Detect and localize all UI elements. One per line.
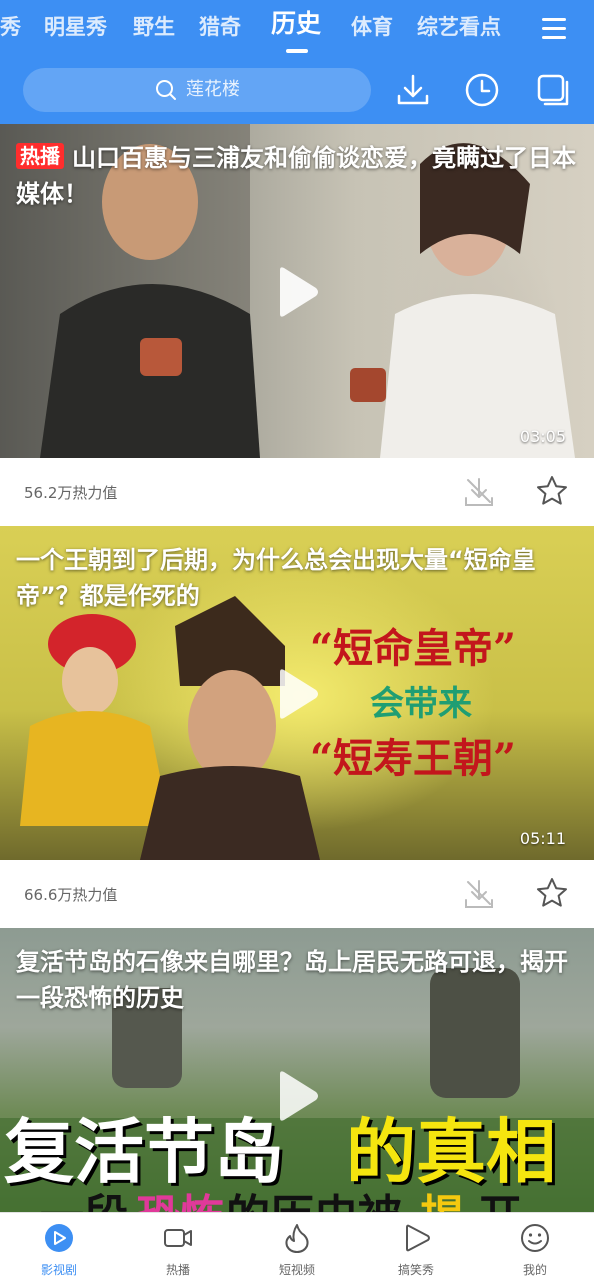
- video-meta-bar: 66.6万热力值: [0, 860, 594, 928]
- nav-item-wode[interactable]: 我的: [476, 1213, 594, 1281]
- download-icon[interactable]: [462, 878, 496, 912]
- video-duration: 05:11: [519, 829, 566, 848]
- nav-item-yingshiju[interactable]: 影视剧: [0, 1213, 118, 1281]
- play-icon[interactable]: [276, 266, 320, 318]
- tab-mingxingxiu[interactable]: 明星秀: [44, 12, 107, 42]
- flame-icon: [285, 1224, 309, 1253]
- thumb-text-5: 的历史被: [226, 1180, 402, 1212]
- heat-value: 66.6万热力值: [24, 886, 118, 904]
- smiley-icon: [521, 1224, 549, 1252]
- nav-item-gaoxiaoxiu[interactable]: 搞笑秀: [357, 1213, 475, 1281]
- search-input[interactable]: 莲花楼: [23, 68, 371, 112]
- video-camera-icon: [164, 1229, 192, 1247]
- thumb-text-3: 一段: [40, 1180, 128, 1212]
- nav-label: 影视剧: [40, 1263, 77, 1277]
- active-tab-indicator: [286, 49, 308, 53]
- thumb-text-7: 开: [478, 1180, 522, 1212]
- video-meta-bar: 56.2万热力值: [0, 458, 594, 526]
- play-icon[interactable]: [276, 1070, 320, 1122]
- thumb-text-1: “短命皇帝”: [310, 625, 517, 672]
- nav-label: 搞笑秀: [397, 1263, 434, 1277]
- star-icon[interactable]: [535, 876, 569, 910]
- nav-label: 短视频: [278, 1263, 315, 1277]
- tab-zongyi[interactable]: 综艺看点: [417, 12, 501, 42]
- nav-label: 热播: [165, 1263, 190, 1277]
- video-title: 一个王朝到了后期，为什么总会出现大量“短命皇帝”？都是作死的: [16, 546, 536, 610]
- video-title: 热播 山口百惠与三浦友和偷偷谈恋爱，竟瞒过了日本媒体！: [16, 143, 576, 208]
- bottom-navigation: 影视剧 热播 短视频 搞笑秀 我的: [0, 1212, 594, 1281]
- search-icon: [156, 80, 176, 100]
- hot-badge: 热播: [16, 143, 64, 169]
- tab-lishi[interactable]: 历史: [271, 9, 321, 39]
- window-icon: [537, 74, 569, 106]
- tab-lieqi[interactable]: 猎奇: [199, 12, 241, 42]
- play-circle-icon: [45, 1224, 73, 1252]
- download-button[interactable]: [395, 72, 431, 108]
- thumb-text-3: “短寿王朝”: [310, 735, 517, 782]
- play-bubble-icon: [406, 1224, 430, 1252]
- nav-label: 我的: [522, 1263, 547, 1277]
- menu-button[interactable]: [534, 10, 574, 46]
- video-thumbnail[interactable]: 一个王朝到了后期，为什么总会出现大量“短命皇帝”？都是作死的 “短命皇帝” 会带…: [0, 526, 594, 860]
- video-title: 复活节岛的石像来自哪里？岛上居民无路可退，揭开一段恐怖的历史: [16, 948, 568, 1012]
- window-button[interactable]: [535, 72, 571, 108]
- download-icon[interactable]: [462, 476, 496, 510]
- heat-value: 56.2万热力值: [24, 484, 118, 502]
- clock-icon: [465, 73, 499, 107]
- video-thumbnail[interactable]: 复活节岛的石像来自哪里？岛上居民无路可退，揭开一段恐怖的历史 复活节岛 的真相 …: [0, 928, 594, 1212]
- download-icon: [397, 74, 429, 105]
- thumb-text-4: 恐怖: [136, 1180, 224, 1212]
- tab-tiyu[interactable]: 体育: [351, 12, 393, 42]
- thumb-text-6: 揭: [420, 1180, 464, 1212]
- top-header: 秀 明星秀 野生 猎奇 历史 体育 综艺看点 莲花楼: [0, 0, 594, 124]
- star-icon[interactable]: [535, 474, 569, 508]
- video-thumbnail[interactable]: 热播 山口百惠与三浦友和偷偷谈恋爱，竟瞒过了日本媒体！ 03:05: [0, 124, 594, 458]
- nav-item-rebo[interactable]: 热播: [119, 1213, 237, 1281]
- hamburger-menu-icon: [542, 18, 566, 39]
- tab-yesheng[interactable]: 野生: [133, 12, 175, 42]
- category-tabs: 秀 明星秀 野生 猎奇 历史 体育 综艺看点: [0, 0, 520, 58]
- history-button[interactable]: [464, 72, 500, 108]
- search-placeholder: 莲花楼: [186, 79, 240, 100]
- nav-item-duanshipin[interactable]: 短视频: [238, 1213, 356, 1281]
- play-icon[interactable]: [276, 668, 320, 720]
- tab-xiu[interactable]: 秀: [0, 12, 21, 42]
- video-duration: 03:05: [519, 427, 566, 446]
- thumb-text-2: 会带来: [370, 684, 472, 724]
